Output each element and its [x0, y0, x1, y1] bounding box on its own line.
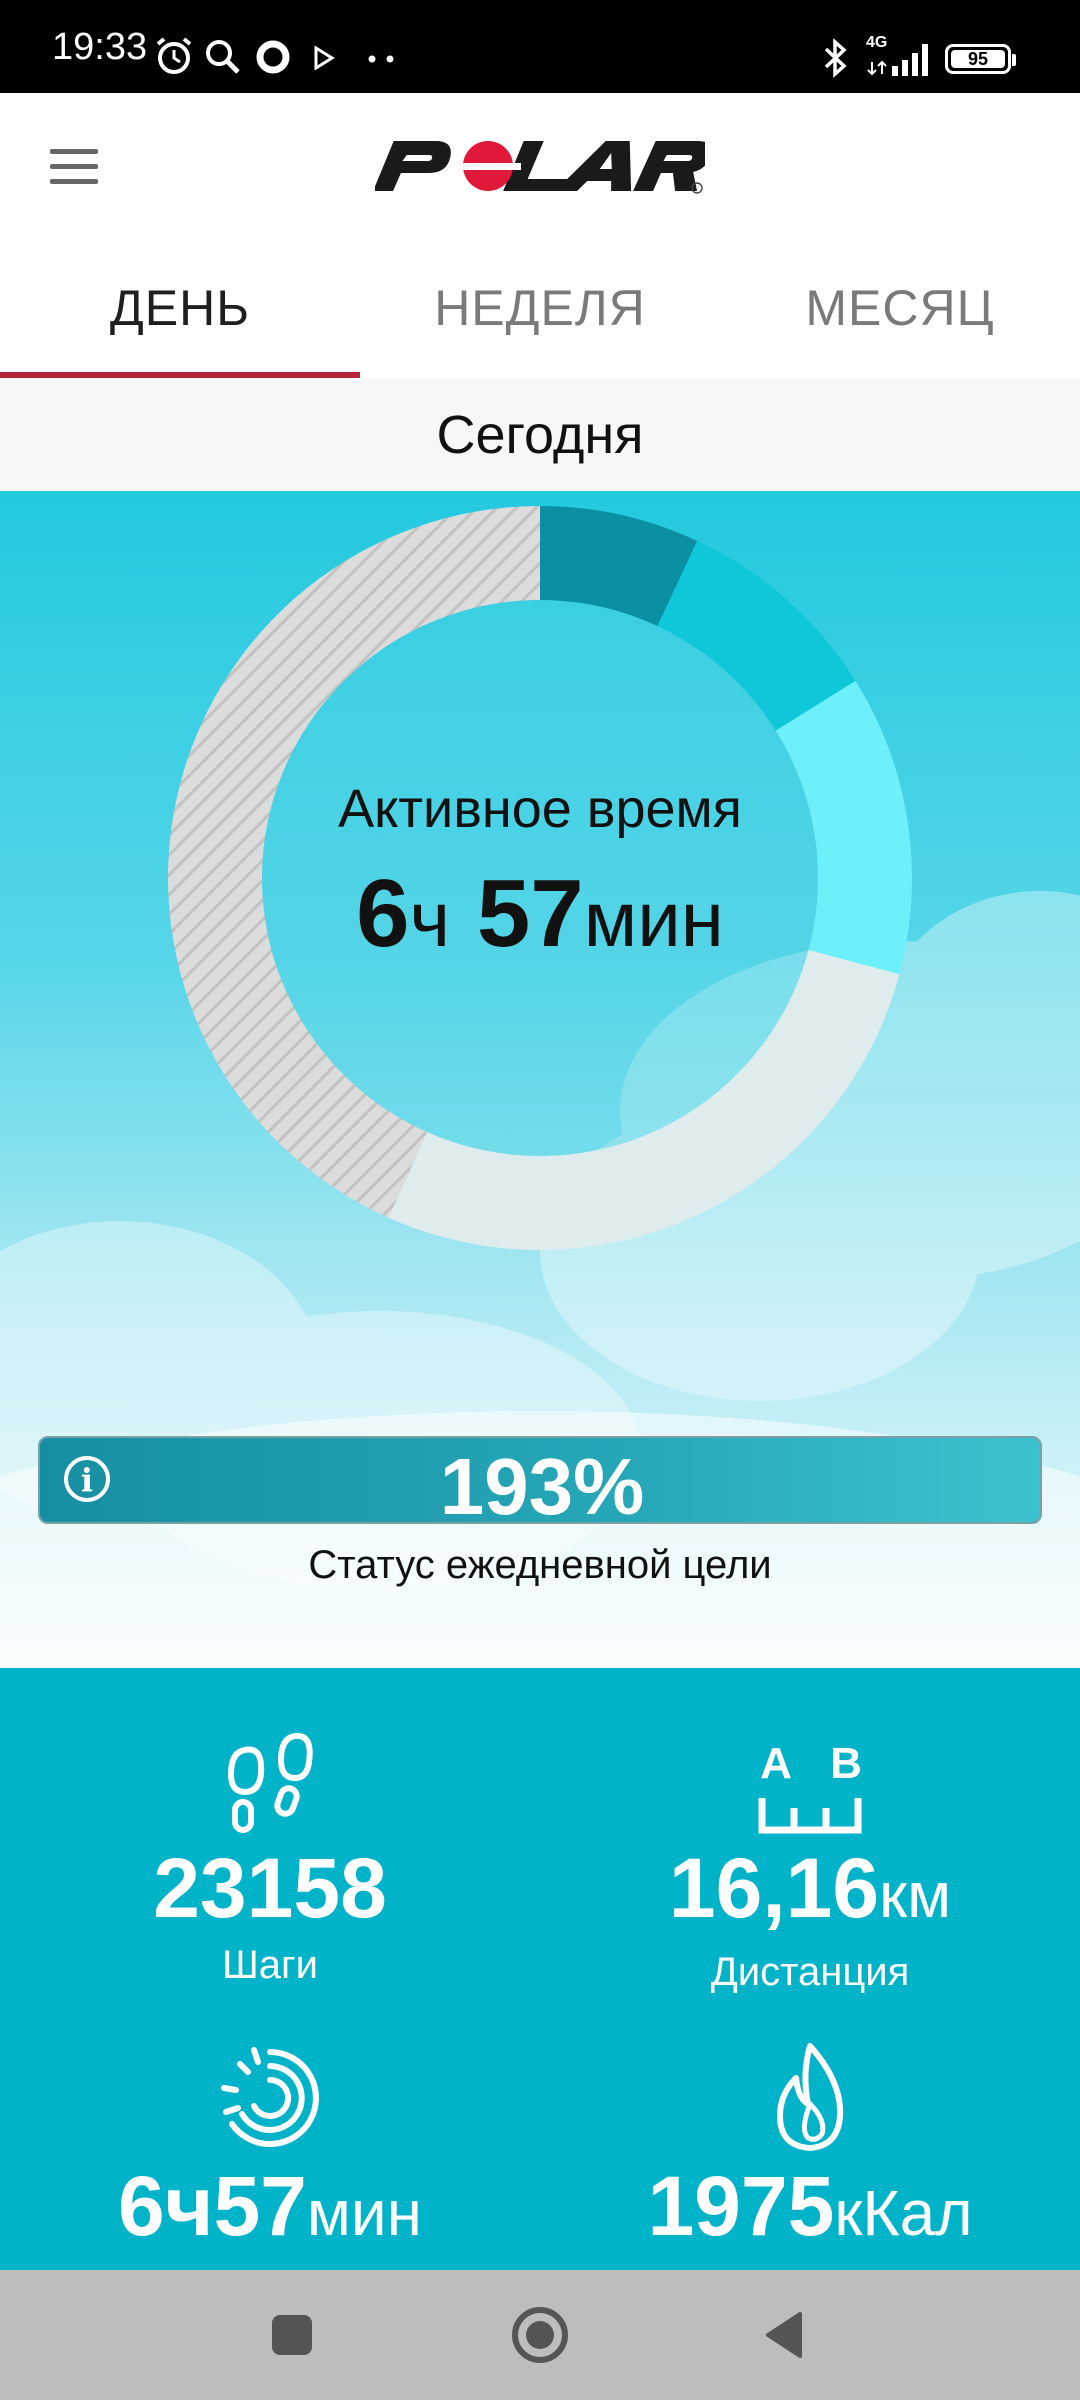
active-time-stat-unit: мин	[306, 2177, 422, 2249]
active-time-minutes: 57	[476, 860, 584, 967]
footsteps-icon	[227, 1732, 313, 1833]
distance-icon-label-b: B	[830, 1739, 862, 1788]
calories-unit: кКал	[834, 2177, 973, 2249]
steps-label: Шаги	[222, 1943, 318, 1987]
recent-apps-button[interactable]	[262, 2270, 322, 2400]
status-bar: 19:33 4G 95	[0, 0, 1080, 93]
date-label[interactable]: Сегодня	[0, 379, 1080, 491]
active-time-value: 6ч 57мин	[165, 854, 915, 979]
active-time-icon	[221, 2047, 319, 2147]
distance-value: 16,16км	[540, 1840, 1080, 1943]
active-time-hours: 6	[356, 860, 410, 967]
back-button[interactable]	[754, 2270, 814, 2400]
active-tab-indicator	[0, 372, 360, 378]
active-time-summary: Активное время 6ч 57мин	[165, 776, 915, 979]
distance-unit: км	[879, 1859, 952, 1931]
daily-goal-percent: 193%	[439, 1442, 645, 1531]
stats-panel: 23158 Шаги A B 16,16км Дистанция 6ч57мин	[0, 1668, 1080, 2270]
daily-goal-bar[interactable]: i 193%	[38, 1436, 1042, 1531]
status-time: 19:33	[52, 26, 148, 68]
search-icon	[206, 40, 240, 74]
steps-number: 23158	[153, 1841, 387, 1935]
battery-level: 95	[951, 50, 1005, 68]
circle-icon	[256, 40, 290, 74]
active-time-hours-unit: ч	[409, 875, 451, 963]
play-icon	[314, 46, 335, 70]
activity-panel: Активное время 6ч 57мин i 193% Статус еж…	[0, 491, 1080, 1668]
signal-icon	[867, 44, 928, 76]
calories-stat[interactable]: 1975кКал	[540, 2038, 1080, 2261]
steps-value: 23158	[0, 1840, 540, 1936]
distance-label: Дистанция	[710, 1950, 910, 1994]
home-button[interactable]	[500, 2270, 580, 2400]
steps-stat[interactable]: 23158 Шаги	[0, 1730, 540, 1990]
calories-value: 1975кКал	[540, 2158, 1080, 2261]
alarm-icon	[156, 37, 192, 74]
active-time-stat-value: 6ч57мин	[0, 2158, 540, 2261]
distance-stat[interactable]: A B 16,16км Дистанция	[540, 1730, 1080, 1997]
active-time-stat[interactable]: 6ч57мин	[0, 2038, 540, 2261]
period-tabs: ДЕНЬ НЕДЕЛЯ МЕСЯЦ	[0, 243, 1080, 379]
app-header	[0, 93, 1080, 243]
active-time-minutes-unit: мин	[583, 875, 724, 963]
system-nav-bar	[0, 2270, 1080, 2400]
hamburger-menu-icon[interactable]	[46, 145, 106, 189]
dots-icon	[368, 55, 394, 63]
flame-icon	[777, 2043, 844, 2151]
tab-day[interactable]: ДЕНЬ	[0, 243, 360, 379]
battery-icon: 95	[945, 44, 1016, 74]
calories-number: 1975	[647, 2159, 835, 2253]
tab-month[interactable]: МЕСЯЦ	[720, 243, 1080, 379]
bluetooth-icon	[824, 38, 847, 78]
distance-number: 16,16	[668, 1841, 880, 1935]
distance-icon-label-a: A	[760, 1739, 792, 1788]
tab-week[interactable]: НЕДЕЛЯ	[360, 243, 720, 379]
distance-icon: A B	[758, 1739, 862, 1834]
active-time-stat-number: 6ч57	[117, 2159, 307, 2253]
daily-goal-caption: Статус ежедневной цели	[308, 1543, 772, 1587]
polar-logo	[375, 141, 705, 194]
active-time-label: Активное время	[338, 779, 742, 839]
